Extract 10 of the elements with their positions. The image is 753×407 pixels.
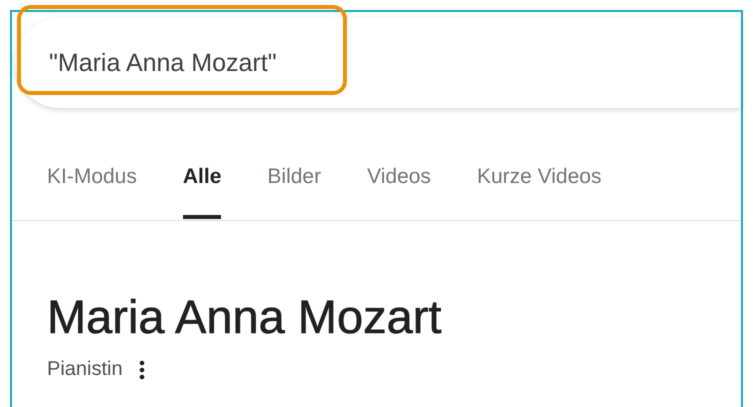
entity-subtitle: Pianistin: [47, 358, 123, 381]
search-tab[interactable]: Kurze Videos: [476, 156, 602, 219]
search-query: "Maria Anna Mozart": [49, 48, 277, 78]
entity-title: Maria Anna Mozart: [47, 293, 442, 340]
search-tab[interactable]: Bilder: [267, 156, 322, 219]
search-field[interactable]: "Maria Anna Mozart": [15, 18, 741, 108]
more-options-icon[interactable]: [138, 360, 145, 380]
search-tab[interactable]: Videos: [367, 156, 431, 219]
search-tab[interactable]: Alle: [182, 156, 222, 219]
search-tab[interactable]: KI-Modus: [47, 156, 137, 219]
